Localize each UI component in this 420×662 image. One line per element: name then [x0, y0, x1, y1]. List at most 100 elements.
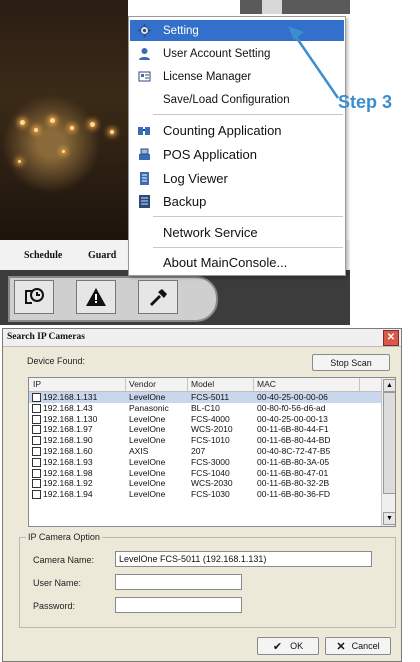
row-checkbox[interactable]: [32, 457, 41, 467]
user-name-field[interactable]: [115, 574, 242, 590]
column-header-vendor[interactable]: Vendor: [129, 379, 156, 389]
table-row[interactable]: 192.168.1.92 LevelOne WCS-2030 00-11-6B-80-…: [29, 478, 381, 489]
menu-item-label: Counting Application: [163, 122, 282, 138]
column-header-model[interactable]: Model: [191, 379, 214, 389]
menu-item-network-service[interactable]: Network Service: [130, 220, 344, 244]
cell-mac: 00-80-f0-56-d6-ad: [257, 402, 326, 413]
column-header-mac[interactable]: MAC: [257, 379, 276, 389]
menu-separator: [153, 114, 343, 115]
log-icon: [137, 171, 151, 185]
table-row[interactable]: 192.168.1.90 LevelOne FCS-1010 00-11-6B-80-…: [29, 435, 381, 446]
menu-item-label: POS Application: [163, 146, 257, 162]
cell-ip: 192.168.1.131: [43, 392, 98, 402]
cell-vendor: LevelOne: [129, 392, 166, 402]
camera-view-strip: [240, 0, 350, 14]
menu-item-label: User Account Setting: [163, 47, 271, 60]
menu-item-label: Log Viewer: [163, 170, 228, 186]
cell-model: WCS-2010: [191, 424, 233, 435]
row-checkbox[interactable]: [32, 393, 41, 402]
scroll-up-icon[interactable]: ▲: [383, 379, 395, 392]
menu-item-counting-application[interactable]: Counting Application: [130, 118, 344, 142]
table-row[interactable]: 192.168.1.94 LevelOne FCS-1030 00-11-6B-80-…: [29, 489, 381, 500]
search-ip-cameras-dialog: Search IP Cameras ✕ Device Found: Stop S…: [2, 328, 402, 662]
row-checkbox[interactable]: [32, 425, 41, 435]
table-row[interactable]: 192.168.1.130 LevelOne FCS-4000 00-40-25-00…: [29, 414, 381, 425]
scroll-down-icon[interactable]: ▼: [383, 512, 395, 525]
row-checkbox[interactable]: [32, 479, 41, 489]
row-checkbox[interactable]: [32, 414, 41, 424]
cell-model: WCS-2030: [191, 478, 233, 489]
cell-mac: 00-40-25-00-00-13: [257, 413, 328, 424]
table-row[interactable]: 192.168.1.93 LevelOne FCS-3000 00-11-6B-80-…: [29, 457, 381, 468]
row-checkbox[interactable]: [32, 468, 41, 478]
cell-ip: 192.168.1.92: [43, 478, 93, 489]
main-console-area: Schedule Guard Setting User Account Sett…: [0, 0, 420, 325]
row-checkbox[interactable]: [32, 403, 41, 413]
menu-item-log-viewer[interactable]: Log Viewer: [130, 166, 344, 190]
cell-vendor: LevelOne: [129, 413, 166, 424]
dialog-title-bar: Search IP Cameras ✕: [3, 329, 401, 347]
row-checkbox[interactable]: [32, 436, 41, 446]
tab-guard[interactable]: Guard: [88, 250, 116, 261]
table-row[interactable]: 192.168.1.97 LevelOne WCS-2010 00-11-6B-80-…: [29, 424, 381, 435]
password-field[interactable]: [115, 597, 242, 613]
cell-model: FCS-4000: [191, 413, 230, 424]
cell-mac: 00-40-8C-72-47-B5: [257, 446, 331, 456]
cell-vendor: Panasonic: [129, 402, 169, 413]
stop-scan-button[interactable]: Stop Scan: [312, 354, 390, 371]
row-checkbox[interactable]: [32, 490, 41, 500]
cell-vendor: LevelOne: [129, 435, 166, 446]
cell-ip: 192.168.1.60: [43, 446, 93, 456]
cell-ip: 192.168.1.130: [43, 413, 98, 424]
cell-vendor: LevelOne: [129, 478, 166, 489]
cell-mac: 00-11-6B-80-44-F1: [257, 424, 329, 435]
camera-name-field[interactable]: LevelOne FCS-5011 (192.168.1.131): [115, 551, 372, 567]
table-row[interactable]: 192.168.1.98 LevelOne FCS-1040 00-11-6B-80-…: [29, 468, 381, 479]
cell-ip: 192.168.1.93: [43, 456, 93, 467]
check-icon: ✔: [272, 640, 283, 653]
close-icon[interactable]: ✕: [383, 330, 399, 346]
cell-model: FCS-5011: [191, 392, 230, 402]
table-row[interactable]: 192.168.1.43 Panasonic BL-C10 00-80-f0-56-d…: [29, 403, 381, 414]
ip-camera-option-label: IP Camera Option: [26, 532, 102, 542]
cancel-button[interactable]: ✕ Cancel: [325, 637, 391, 655]
cell-mac: 00-11-6B-80-47-01: [257, 467, 329, 478]
license-icon: [137, 70, 151, 84]
cell-vendor: LevelOne: [129, 489, 166, 500]
menu-separator: [153, 216, 343, 217]
ok-button[interactable]: ✔ OK: [257, 637, 319, 655]
menu-item-backup[interactable]: Backup: [130, 189, 344, 213]
ip-camera-option-group: IP Camera Option Camera Name: LevelOne F…: [19, 532, 396, 628]
cell-ip: 192.168.1.97: [43, 424, 93, 435]
user-name-label: User Name:: [33, 578, 82, 588]
row-checkbox[interactable]: [32, 447, 41, 456]
device-found-label: Device Found:: [27, 356, 86, 366]
cell-model: 207: [191, 446, 206, 456]
table-row[interactable]: 192.168.1.131 LevelOne FCS-5011 00-40-25-00…: [29, 392, 381, 403]
menu-item-label: About MainConsole...: [163, 254, 288, 270]
schedule-icon[interactable]: [14, 280, 54, 314]
menu-item-about-mainconsole[interactable]: About MainConsole...: [130, 250, 344, 274]
scroll-thumb[interactable]: [383, 392, 395, 494]
camera-view-strip-light: [262, 0, 282, 14]
user-icon: [137, 47, 151, 61]
cell-mac: 00-40-25-00-00-06: [257, 392, 328, 402]
column-header-ip[interactable]: IP: [33, 379, 41, 389]
table-row[interactable]: 192.168.1.60 AXIS 207 00-40-8C-72-47-B5: [29, 446, 381, 457]
cell-mac: 00-11-6B-80-3A-05: [257, 456, 330, 467]
pos-icon: [137, 147, 151, 161]
cell-vendor: LevelOne: [129, 467, 166, 478]
device-list-scrollbar[interactable]: ▲ ▼: [381, 378, 395, 526]
menu-item-pos-application[interactable]: POS Application: [130, 142, 344, 166]
x-icon: ✕: [336, 640, 346, 653]
cell-model: FCS-1030: [191, 489, 230, 500]
cell-model: FCS-1040: [191, 467, 230, 478]
camera-name-label: Camera Name:: [33, 555, 95, 565]
tab-schedule[interactable]: Schedule: [24, 250, 62, 261]
tools-icon[interactable]: [138, 280, 178, 314]
cell-mac: 00-11-6B-80-36-FD: [257, 489, 331, 500]
annotation-arrow-icon: [288, 26, 340, 99]
warning-icon[interactable]: [76, 280, 116, 314]
backup-icon: [137, 194, 151, 208]
menu-item-label: Network Service: [163, 224, 258, 240]
